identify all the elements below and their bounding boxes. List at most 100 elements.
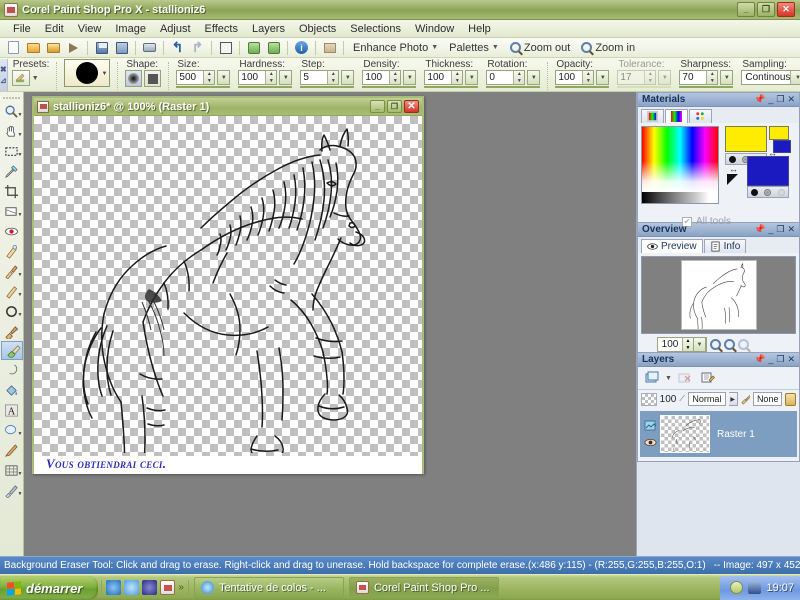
tool-dropper[interactable] bbox=[1, 161, 23, 181]
tool-warp-brush[interactable]: ▼ bbox=[1, 460, 23, 480]
menu-item-selections[interactable]: Selections bbox=[343, 21, 408, 37]
opacity-value[interactable]: 100 bbox=[556, 71, 582, 84]
tool-pan[interactable]: ▼ bbox=[1, 121, 23, 141]
new-icon[interactable] bbox=[4, 39, 23, 57]
chevron-down-icon[interactable]: ▼ bbox=[18, 491, 23, 497]
color-picker-gradient[interactable] bbox=[641, 126, 719, 204]
overview-zoom-value[interactable]: 100 bbox=[658, 339, 682, 350]
app-title-bar[interactable]: Corel Paint Shop Pro X - stallioniz6 _ ❐… bbox=[0, 0, 800, 20]
menu-item-image[interactable]: Image bbox=[108, 21, 153, 37]
step-slider-dropdown[interactable]: ▼ bbox=[341, 70, 355, 85]
overview-zoom-field[interactable]: 100 ▲ ▼ ▼ bbox=[657, 337, 707, 352]
menu-item-adjust[interactable]: Adjust bbox=[153, 21, 198, 37]
document-restore-button[interactable]: ❐ bbox=[387, 100, 402, 113]
undo-icon[interactable]: ↰ bbox=[168, 39, 187, 57]
layer-opacity-value[interactable]: 100 bbox=[660, 394, 677, 405]
messenger-tray-icon[interactable] bbox=[730, 581, 744, 594]
document-minimize-button[interactable]: _ bbox=[370, 100, 385, 113]
crop-icon[interactable] bbox=[216, 39, 235, 57]
media-quicklaunch-icon[interactable] bbox=[142, 580, 158, 595]
tool-paint-brush[interactable] bbox=[1, 321, 23, 341]
overview-zoom-out-icon[interactable] bbox=[710, 339, 721, 350]
tool-makeover[interactable] bbox=[1, 241, 23, 261]
foreground-swatch[interactable] bbox=[725, 126, 767, 152]
opacity-slider-dropdown[interactable]: ▼ bbox=[596, 70, 610, 85]
layer-link-value[interactable]: None bbox=[752, 392, 783, 406]
minimize-icon[interactable]: _ bbox=[768, 95, 773, 104]
info-icon[interactable]: i bbox=[292, 39, 311, 57]
hardness-stepper[interactable]: ▲ ▼ bbox=[265, 71, 277, 84]
close-icon[interactable]: ✕ bbox=[787, 95, 795, 104]
rotation-value[interactable]: 0 bbox=[487, 71, 513, 84]
browse-icon[interactable] bbox=[44, 39, 63, 57]
chevron-down-icon[interactable]: ▼ bbox=[32, 75, 39, 82]
menu-item-edit[interactable]: Edit bbox=[38, 21, 71, 37]
taskbar-window-browser[interactable]: Tentative de colos - ... bbox=[193, 577, 344, 598]
grayscale-strip[interactable] bbox=[642, 192, 718, 203]
tool-text[interactable]: A bbox=[1, 400, 23, 420]
overview-tab-preview[interactable]: Preview bbox=[641, 239, 703, 253]
rotate-right-icon[interactable] bbox=[264, 39, 283, 57]
tool-pen[interactable] bbox=[1, 440, 23, 460]
save-icon[interactable] bbox=[92, 39, 111, 57]
tool-zoom[interactable]: ▼ bbox=[1, 101, 23, 121]
ie-quicklaunch-icon[interactable] bbox=[106, 580, 122, 595]
sharpness-value[interactable]: 70 bbox=[680, 71, 706, 84]
new-layer-button[interactable] bbox=[642, 370, 661, 386]
step-value[interactable]: 5 bbox=[301, 71, 327, 84]
palettes-button[interactable]: Palettes ▼ bbox=[444, 42, 504, 54]
thickness-value[interactable]: 100 bbox=[425, 71, 451, 84]
opacity-stepper[interactable]: ▲ ▼ bbox=[582, 71, 594, 84]
materials-tab-swatches[interactable] bbox=[689, 109, 712, 123]
minimize-button[interactable]: _ bbox=[737, 2, 755, 17]
menu-item-layers[interactable]: Layers bbox=[245, 21, 292, 37]
density-slider-dropdown[interactable]: ▼ bbox=[403, 70, 417, 85]
maximize-icon[interactable]: ❐ bbox=[776, 225, 784, 234]
eye-icon[interactable] bbox=[644, 436, 657, 449]
tool-clone[interactable]: ▼ bbox=[1, 261, 23, 281]
bg-pattern-button[interactable] bbox=[764, 188, 772, 196]
enhance-photo-button[interactable]: Enhance Photo ▼ bbox=[348, 42, 443, 54]
chevron-down-icon[interactable]: ▼ bbox=[18, 272, 23, 278]
pin-icon[interactable]: 📌 bbox=[754, 225, 765, 234]
menu-item-help[interactable]: Help bbox=[461, 21, 498, 37]
chevron-down-icon[interactable]: ▼ bbox=[18, 431, 23, 437]
chevron-down-icon[interactable]: ▼ bbox=[18, 312, 23, 318]
background-swatch[interactable] bbox=[747, 156, 789, 186]
zoom-out-button[interactable]: Zoom out bbox=[505, 42, 575, 54]
hardness-slider-dropdown[interactable]: ▼ bbox=[279, 70, 293, 85]
opacity-spinner[interactable]: 100 ▲ ▼ bbox=[555, 70, 595, 85]
minimize-icon[interactable]: _ bbox=[768, 225, 773, 234]
tool-dodge[interactable]: ▼ bbox=[1, 301, 23, 321]
layer-link-icon[interactable] bbox=[740, 394, 750, 405]
table-row[interactable]: Raster 1 bbox=[640, 411, 797, 457]
density-value[interactable]: 100 bbox=[363, 71, 389, 84]
menu-item-window[interactable]: Window bbox=[408, 21, 461, 37]
print-icon[interactable] bbox=[140, 39, 159, 57]
clock[interactable]: 19:07 bbox=[766, 582, 794, 594]
chevron-down-icon[interactable]: ▼ bbox=[18, 292, 23, 298]
close-button[interactable]: ✕ bbox=[777, 2, 795, 17]
tool-selection[interactable]: ▼ bbox=[1, 141, 23, 161]
canvas-area[interactable]: Vous obtiendrai ceci. N'hésitez pas à zo… bbox=[34, 116, 422, 474]
maximize-icon[interactable]: ❐ bbox=[776, 355, 784, 364]
materials-header[interactable]: Materials 📌 _ ❐ ✕ bbox=[638, 93, 799, 107]
hardness-value[interactable]: 100 bbox=[239, 71, 265, 84]
pin-icon[interactable]: 📌 bbox=[754, 95, 765, 104]
rotation-spinner[interactable]: 0 ▲ ▼ bbox=[486, 70, 526, 85]
size-value[interactable]: 500 bbox=[177, 71, 203, 84]
layer-properties-button[interactable] bbox=[699, 370, 718, 386]
tool-red-eye[interactable] bbox=[1, 221, 23, 241]
open-folder-icon[interactable] bbox=[24, 39, 43, 57]
brush-tip-preview[interactable]: ▼ bbox=[64, 59, 111, 87]
psp-quicklaunch-icon[interactable] bbox=[160, 580, 176, 595]
overview-tab-info[interactable]: Info bbox=[703, 239, 747, 253]
pin-icon[interactable]: 📌 bbox=[754, 355, 765, 364]
overview-preview[interactable] bbox=[641, 256, 796, 334]
step-stepper[interactable]: ▲ ▼ bbox=[327, 71, 339, 84]
menu-item-objects[interactable]: Objects bbox=[292, 21, 343, 37]
close-icon[interactable]: ✕ bbox=[787, 225, 795, 234]
tool-picture-tube[interactable] bbox=[1, 360, 23, 380]
size-stepper[interactable]: ▲ ▼ bbox=[203, 71, 215, 84]
chevron-down-icon[interactable]: ▼ bbox=[18, 152, 23, 158]
